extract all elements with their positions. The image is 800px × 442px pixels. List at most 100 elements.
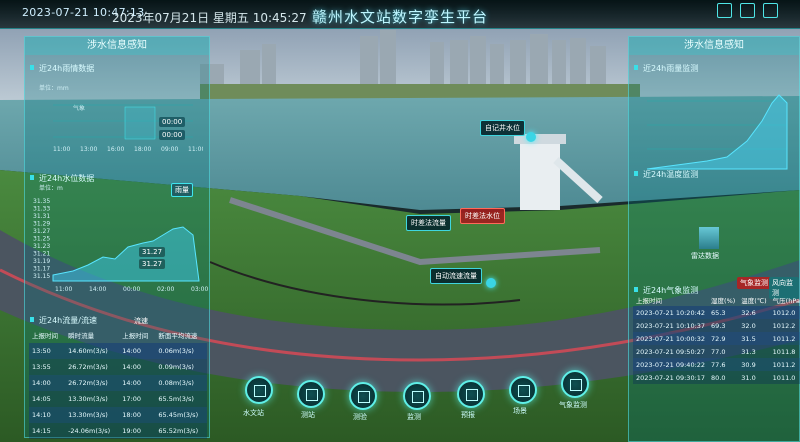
table-cell: 1012.0 — [769, 306, 800, 319]
table-cell: 1011.2 — [769, 332, 800, 345]
y-tick-label: 31.31 — [33, 213, 50, 220]
table-cell: 1012.2 — [769, 319, 800, 332]
table-row: 2023-07-21 09:40:22 77.6 30.9 1011.2 — [633, 358, 800, 371]
y-tick-label: 31.29 — [33, 221, 50, 228]
home-icon[interactable] — [740, 3, 755, 18]
table-cell: 14:00 — [29, 375, 66, 391]
bottom-dock: 水文站 测站 测验 监测 预报 场景 气象监测 — [235, 370, 625, 426]
table-row: 14:05 13.30m(3/s) 17:00 65.5m(3/s) — [29, 391, 207, 407]
table-cell: 13:50 — [29, 343, 66, 359]
map-marker-recorder[interactable] — [526, 132, 536, 142]
flow-col-header: 断面平均流速 — [158, 332, 198, 340]
right-chart2-title: 近24h温度监测 — [629, 169, 698, 180]
weather-badge[interactable]: 气象监测 — [737, 277, 771, 289]
table-cell: -24.06m(3/s) — [65, 423, 120, 439]
top-bar: 2023-07-21 10:47:13 2023年07月21日 星期五 10:4… — [0, 0, 800, 29]
settings-icon[interactable] — [763, 3, 778, 18]
table-cell: 0.09m(3/s) — [155, 359, 207, 375]
level-chart: 11:00 13:00 16:00 18:00 09:00 11:00 — [53, 104, 203, 153]
map-tag-auto-flow[interactable]: 自动流速流量 — [430, 268, 482, 284]
table-cell: 19:00 — [119, 423, 156, 439]
weather-table: 上报时间 湿度(%) 温度(℃) 气压(hPa) 2023-07-21 10:2… — [633, 293, 800, 384]
y-tick-label: 31.27 — [33, 228, 50, 235]
fullscreen-icon[interactable] — [717, 3, 732, 18]
rain-readout-1: 31.27 — [139, 247, 166, 257]
dock-label: 水文站 — [243, 409, 264, 417]
map-tag-recorder[interactable]: 自记井水位 — [480, 120, 525, 136]
table-row: 14:00 26.72m(3/s) 14:00 0.08m(3/s) — [29, 375, 207, 391]
dock-label: 测站 — [301, 411, 315, 419]
table-cell: 1011.0 — [769, 371, 800, 384]
table-cell: 32.0 — [738, 319, 770, 332]
flow-col-header: 瞬时流量 — [68, 332, 95, 340]
right-panel: 涉水信息感知 近24h雨量监测 近24h温度监测 雷达数据 近24h气象监测 气… — [628, 36, 800, 442]
x-tick-label: 18:00 — [134, 146, 151, 153]
weather-col-header: 气压(hPa) — [772, 296, 800, 305]
map-marker-auto-flow[interactable] — [486, 278, 496, 288]
y-tick-label: 31.19 — [33, 258, 50, 265]
table-cell: 13.30m(3/s) — [65, 391, 120, 407]
table-cell: 80.0 — [708, 371, 739, 384]
x-tick-label: 14:00 — [89, 286, 106, 293]
table-cell: 2023-07-21 10:10:37 — [633, 319, 709, 332]
dock-site-button[interactable] — [297, 380, 325, 408]
table-row: 2023-07-21 09:30:17 80.0 31.0 1011.0 — [633, 371, 800, 384]
dock-label: 气象监测 — [559, 401, 587, 409]
dock-test-button[interactable] — [349, 382, 377, 410]
table-cell: 2023-07-21 09:30:17 — [633, 371, 709, 384]
y-tick-label: 31.21 — [33, 251, 50, 258]
table-row: 13:55 26.72m(3/s) 14:00 0.09m(3/s) — [29, 359, 207, 375]
dock-label: 测验 — [353, 413, 367, 421]
table-cell: 14:05 — [29, 391, 66, 407]
right-rain-chart — [646, 94, 788, 170]
rain-chart: 31.3531.3331.3131.2931.2731.2531.2331.21… — [33, 198, 208, 293]
dock-weather-button[interactable] — [561, 370, 589, 398]
dock-forecast-button[interactable] — [457, 380, 485, 408]
flow-section-title: 近24h流量/流速 — [25, 315, 97, 326]
table-row: 14:15 -24.06m(3/s) 19:00 65.52m(3/s) — [29, 423, 207, 439]
table-cell: 65.5m(3/s) — [155, 391, 207, 407]
table-cell: 14:00 — [119, 375, 156, 391]
table-cell: 0.06m(3/s) — [155, 343, 207, 359]
rain-chart-unit: 单位：m — [39, 185, 63, 192]
table-cell: 14.60m(3/s) — [65, 343, 120, 359]
table-cell: 2023-07-21 10:00:32 — [633, 332, 709, 345]
weather-col-header: 湿度(%) — [711, 296, 736, 305]
map-tag-time-diff-flow[interactable]: 时差法流量 — [406, 215, 451, 231]
table-cell: 1011.8 — [769, 345, 800, 358]
dock-monitor-button[interactable] — [403, 382, 431, 410]
right-chart-label: 雷达数据 — [691, 252, 719, 260]
map-tag-time-diff-level[interactable]: 时差法水位 — [460, 208, 505, 224]
table-row: 2023-07-21 10:00:32 72.9 31.5 1011.2 — [633, 332, 800, 345]
right-panel-title: 涉水信息感知 — [629, 37, 799, 55]
table-row: 14:10 13.30m(3/s) 18:00 65.45m(3/s) — [29, 407, 207, 423]
flow-col-header: 上报时间 — [122, 332, 149, 340]
table-cell: 31.0 — [738, 371, 770, 384]
dock-scene-button[interactable] — [509, 376, 537, 404]
level-chart-unit: 单位：mm — [39, 85, 69, 92]
x-tick-label: 11:00 — [53, 146, 70, 153]
table-cell: 2023-07-21 09:50:27 — [633, 345, 709, 358]
y-tick-label: 31.17 — [33, 266, 50, 273]
x-tick-label: 13:00 — [80, 146, 97, 153]
table-cell: 77.0 — [708, 345, 739, 358]
flow-label: 流速 — [134, 317, 148, 325]
table-cell: 31.3 — [738, 345, 770, 358]
table-cell: 14:00 — [119, 359, 156, 375]
table-cell: 2023-07-21 10:20:42 — [633, 306, 709, 319]
table-cell: 65.45m(3/s) — [155, 407, 207, 423]
y-tick-label: 31.35 — [33, 198, 50, 205]
y-tick-label: 31.23 — [33, 243, 50, 250]
table-cell: 30.9 — [738, 358, 770, 371]
table-cell: 77.6 — [708, 358, 739, 371]
x-tick-label: 02:00 — [157, 286, 174, 293]
right-chart1-title: 近24h雨量监测 — [629, 63, 799, 74]
table-row: 13:50 14.60m(3/s) 14:00 0.06m(3/s) — [29, 343, 207, 359]
x-tick-label: 16:00 — [107, 146, 124, 153]
overlay-datetime: 2023年07月21日 星期五 10:45:27 — [112, 11, 307, 25]
y-tick-label: 31.33 — [33, 206, 50, 213]
level-chart-title: 近24h雨情数据 — [25, 63, 209, 74]
table-cell: 31.5 — [738, 332, 770, 345]
dock-station-button[interactable] — [245, 376, 273, 404]
rain-readout-2: 31.27 — [139, 259, 166, 269]
